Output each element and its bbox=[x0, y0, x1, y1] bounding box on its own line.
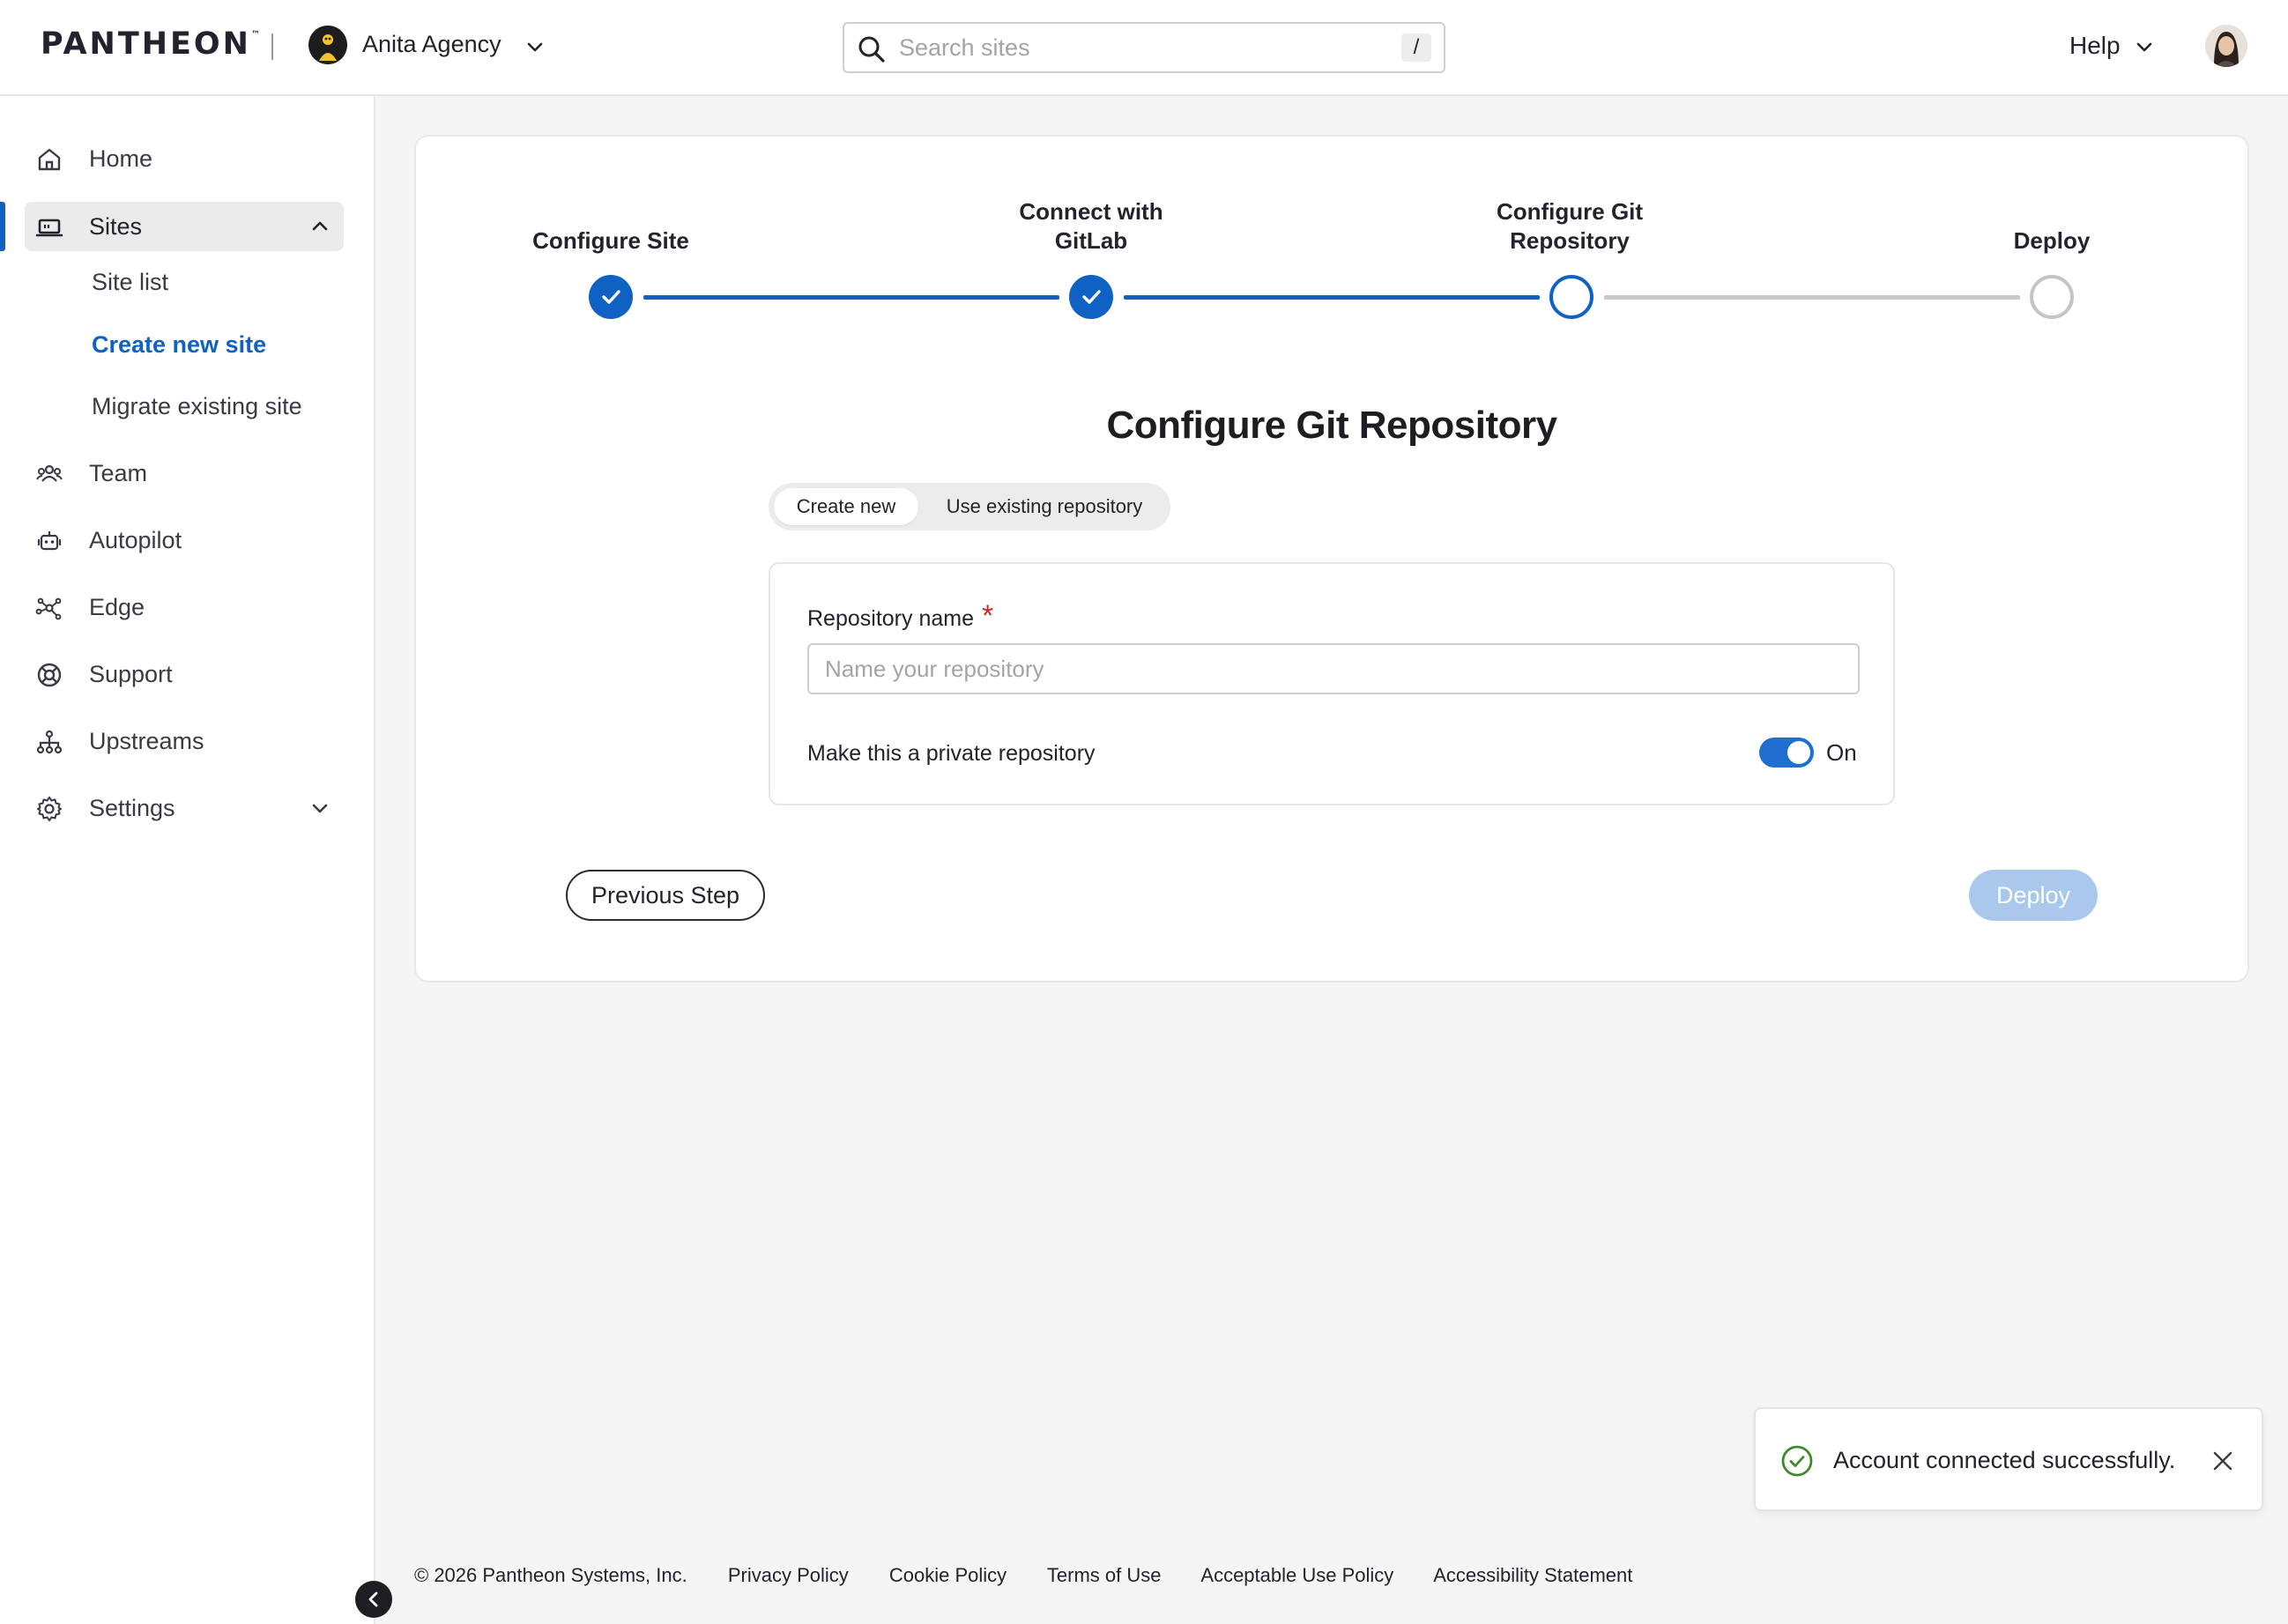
step-connector bbox=[1604, 295, 2020, 300]
edge-icon bbox=[35, 597, 62, 620]
step-label-configure-site: Configure Site bbox=[532, 227, 689, 254]
agency-name[interactable]: Anita Agency bbox=[362, 31, 501, 58]
repository-form: Repository name * Make this a private re… bbox=[769, 562, 1895, 805]
close-icon[interactable] bbox=[2210, 1449, 2235, 1473]
chevron-down-icon[interactable] bbox=[524, 35, 546, 58]
chevron-left-icon bbox=[368, 1591, 378, 1607]
sidebar-item-autopilot[interactable]: Autopilot bbox=[25, 515, 344, 565]
search-input[interactable] bbox=[899, 31, 1357, 64]
privacy-policy-link[interactable]: Privacy Policy bbox=[728, 1564, 849, 1586]
toggle-state-text: On bbox=[1826, 739, 1857, 766]
step-node-done bbox=[1069, 275, 1113, 319]
sidebar-item-support[interactable]: Support bbox=[25, 649, 344, 699]
sidebar-item-label: Support bbox=[89, 661, 173, 687]
sidebar-subitem-site-list[interactable]: Site list bbox=[92, 269, 168, 296]
deploy-button[interactable]: Deploy bbox=[1969, 870, 2098, 921]
sidebar-item-label: Sites bbox=[89, 213, 143, 240]
step-connector bbox=[643, 295, 1059, 300]
lifebuoy-icon bbox=[37, 663, 62, 687]
step-label-connect-gitlab: Connect with GitLab bbox=[1019, 198, 1163, 254]
robot-icon bbox=[37, 531, 62, 551]
toggle-knob bbox=[1787, 741, 1810, 764]
home-icon bbox=[38, 148, 61, 171]
checkmark-icon bbox=[602, 290, 620, 304]
gear-icon bbox=[37, 797, 62, 821]
search-box[interactable]: / bbox=[843, 22, 1445, 73]
sidebar-item-upstreams[interactable]: Upstreams bbox=[25, 716, 344, 766]
step-node-current bbox=[1549, 275, 1593, 319]
previous-step-button[interactable]: Previous Step bbox=[566, 870, 765, 921]
sidebar-item-team[interactable]: Team bbox=[25, 449, 344, 498]
repository-name-label: Repository name bbox=[807, 606, 974, 631]
repository-mode-switcher: Create new Use existing repository bbox=[769, 483, 1170, 530]
sidebar-item-settings[interactable]: Settings bbox=[25, 783, 344, 833]
step-connector bbox=[1124, 295, 1540, 300]
step-label-configure-git-repository: Configure Git Repository bbox=[1496, 198, 1644, 254]
required-asterisk: * bbox=[982, 599, 994, 633]
repository-name-input[interactable] bbox=[807, 643, 1860, 694]
sidebar-item-edge[interactable]: Edge bbox=[25, 582, 344, 632]
collapse-sidebar-button[interactable] bbox=[355, 1581, 392, 1618]
logo-text: PANTHEON bbox=[41, 26, 251, 62]
sidebar-item-label: Team bbox=[89, 460, 148, 486]
page-title: Configure Git Repository bbox=[1106, 404, 1557, 447]
active-indicator bbox=[0, 202, 5, 251]
sidebar-item-label: Autopilot bbox=[89, 527, 182, 553]
sidebar-subitem-create-new-site[interactable]: Create new site bbox=[92, 331, 266, 359]
success-toast: Account connected successfully. bbox=[1754, 1407, 2263, 1511]
agency-avatar[interactable] bbox=[308, 26, 347, 64]
sidebar-item-label: Settings bbox=[89, 795, 175, 821]
sidebar-item-home[interactable]: Home bbox=[25, 134, 344, 183]
check-circle-icon bbox=[1781, 1445, 1813, 1477]
sidebar-subitem-migrate-existing-site[interactable]: Migrate existing site bbox=[92, 393, 302, 420]
logo-trademark: ™ bbox=[250, 30, 260, 40]
search-shortcut-key: / bbox=[1401, 33, 1431, 62]
tab-use-existing-repository[interactable]: Use existing repository bbox=[924, 488, 1165, 525]
create-site-card bbox=[414, 135, 2249, 983]
sidebar-item-sites[interactable]: Sites bbox=[25, 202, 344, 251]
toast-message: Account connected successfully. bbox=[1833, 1447, 2176, 1473]
cookie-policy-link[interactable]: Cookie Policy bbox=[889, 1564, 1007, 1586]
pantheon-logo[interactable]: PANTHEON™ bbox=[41, 26, 260, 62]
acceptable-use-policy-link[interactable]: Acceptable Use Policy bbox=[1200, 1564, 1393, 1586]
step-node-done bbox=[589, 275, 633, 319]
search-icon bbox=[858, 36, 885, 63]
chevron-down-icon[interactable] bbox=[308, 797, 331, 819]
header-divider bbox=[271, 33, 273, 60]
footer: © 2026 Pantheon Systems, Inc. Privacy Po… bbox=[414, 1564, 1668, 1587]
help-menu[interactable]: Help bbox=[2069, 32, 2121, 60]
step-node-todo bbox=[2030, 275, 2074, 319]
hierarchy-icon bbox=[36, 730, 63, 754]
user-avatar[interactable] bbox=[2205, 25, 2247, 67]
sidebar: Home Sites Site list Create new site Mig… bbox=[0, 96, 392, 1624]
top-header: PANTHEON™ Anita Agency / Help bbox=[0, 0, 2288, 96]
chevron-down-icon[interactable] bbox=[2133, 35, 2156, 58]
step-label-deploy: Deploy bbox=[2013, 227, 2091, 254]
sidebar-item-label: Edge bbox=[89, 594, 145, 620]
terms-of-use-link[interactable]: Terms of Use bbox=[1047, 1564, 1162, 1586]
sidebar-item-label: Upstreams bbox=[89, 728, 204, 754]
accessibility-statement-link[interactable]: Accessibility Statement bbox=[1433, 1564, 1632, 1586]
private-repository-toggle[interactable] bbox=[1759, 738, 1814, 768]
checkmark-icon bbox=[1082, 290, 1101, 304]
sidebar-item-label: Home bbox=[89, 145, 153, 172]
sites-icon bbox=[35, 219, 63, 237]
chevron-up-icon[interactable] bbox=[308, 215, 331, 238]
copyright-text: © 2026 Pantheon Systems, Inc. bbox=[414, 1564, 687, 1586]
team-icon bbox=[36, 464, 63, 482]
tab-create-new[interactable]: Create new bbox=[774, 488, 918, 525]
private-repository-label: Make this a private repository bbox=[807, 741, 1096, 766]
